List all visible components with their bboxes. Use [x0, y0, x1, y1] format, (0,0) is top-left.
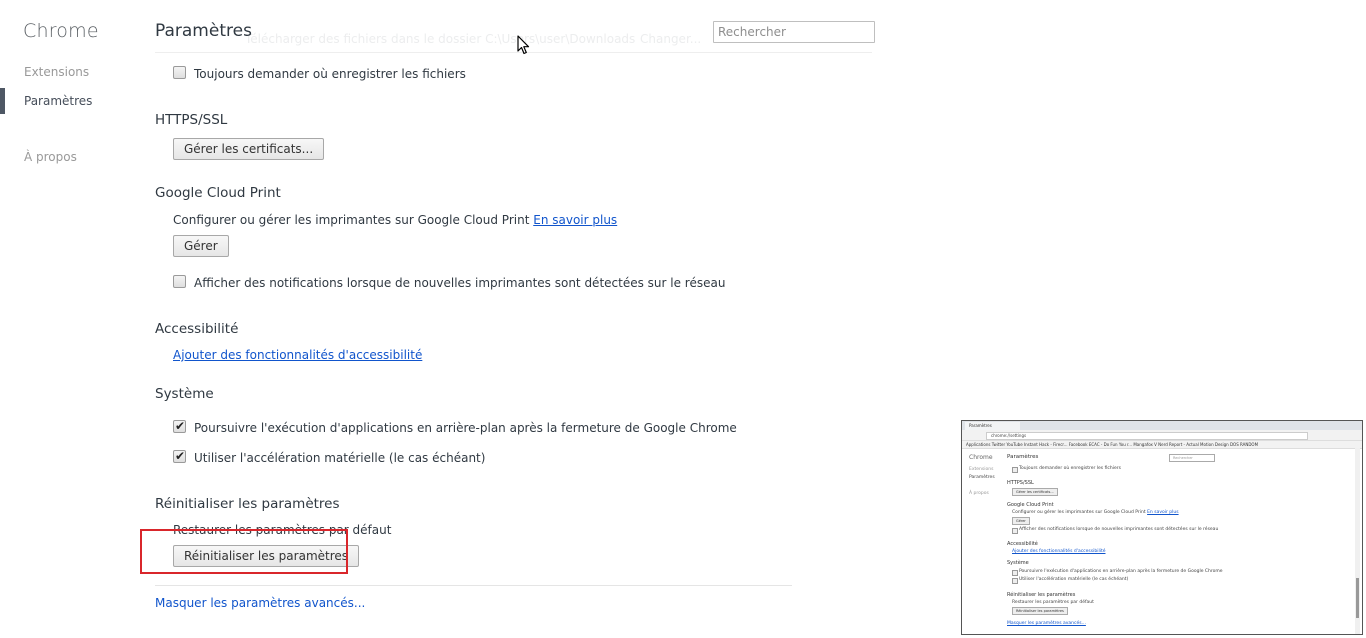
thumb-scrollbar-thumb: [1356, 578, 1359, 618]
hide-advanced-settings-link[interactable]: Masquer les paramètres avancés...: [155, 596, 365, 610]
thumb-checkbox: [1012, 528, 1018, 534]
search-input[interactable]: [713, 21, 875, 43]
thumb-search: Rechercher: [1169, 454, 1215, 462]
thumb-omnibox: chrome://settings: [986, 432, 1308, 440]
thumb-bg: Poursuivre l'exécution d'applications en…: [1019, 569, 1223, 574]
thumb-nav-settings: Paramètres: [969, 475, 995, 480]
ask-save-location-label: Toujours demander où enregistrer les fic…: [194, 67, 466, 81]
thumb-certs: Gérer les certificats...: [1012, 488, 1058, 496]
sidebar: Chrome Extensions Paramètres À propos: [0, 0, 140, 638]
thumb-a11y-link: Ajouter des fonctionnalités d'accessibil…: [1012, 549, 1106, 554]
thumb-hide: Masquer les paramètres avancés...: [1007, 621, 1086, 626]
thumb-reset-desc: Restaurer les paramètres par défaut: [1012, 600, 1094, 605]
page-title: Paramètres: [155, 21, 252, 41]
reset-highlight-box: [140, 529, 348, 574]
mouse-cursor-icon: [517, 35, 530, 55]
cloud-print-description-text: Configurer ou gérer les imprimantes sur …: [173, 213, 530, 227]
ask-save-location-checkbox[interactable]: [173, 66, 186, 79]
https-section-title: HTTPS/SSL: [155, 112, 228, 128]
add-accessibility-features-link[interactable]: Ajouter des fonctionnalités d'accessibil…: [173, 348, 422, 362]
sidebar-selected-marker: [0, 88, 5, 114]
window-thumbnail: Paramètres chrome://settings Application…: [961, 420, 1363, 635]
thumb-reset-btn: Réinitialiser les paramètres: [1012, 607, 1068, 615]
printer-notifications-label: Afficher des notifications lorsque de no…: [194, 276, 726, 290]
cloud-print-learn-more-link[interactable]: En savoir plus: [533, 213, 617, 227]
thumb-cloud-desc: Configurer ou gérer les imprimantes sur …: [1012, 510, 1179, 515]
thumb-checkbox: [1012, 467, 1018, 473]
hardware-acceleration-checkbox[interactable]: ✔: [173, 449, 186, 463]
thumb-brand: Chrome: [969, 454, 993, 461]
downloads-location-faded: Télécharger des fichiers dans le dossier…: [245, 32, 636, 46]
checkmark-icon: ✔: [175, 419, 186, 433]
background-apps-label: Poursuivre l'exécution d'applications en…: [194, 421, 737, 435]
header-divider: [155, 52, 872, 53]
sidebar-brand: Chrome: [23, 20, 99, 42]
thumb-title: Paramètres: [1007, 454, 1039, 460]
change-button-faded: Changer...: [640, 32, 702, 46]
hardware-acceleration-label: Utiliser l'accélération matérielle (le c…: [194, 451, 486, 465]
cloud-print-description: Configurer ou gérer les imprimantes sur …: [173, 213, 617, 227]
thumb-system: Système: [1007, 560, 1029, 566]
sidebar-item-about[interactable]: À propos: [24, 150, 77, 164]
manage-certificates-button[interactable]: Gérer les certificats...: [173, 138, 325, 160]
thumb-learn-more: En savoir plus: [1147, 510, 1179, 515]
footer-divider: [155, 585, 792, 586]
background-apps-checkbox[interactable]: ✔: [173, 419, 186, 433]
sidebar-item-settings[interactable]: Paramètres: [24, 94, 92, 108]
thumb-nav-about: À propos: [969, 491, 989, 496]
thumb-ask: Toujours demander où enregistrer les fic…: [1019, 466, 1121, 471]
thumb-checkbox: [1012, 578, 1018, 584]
thumb-tab: Paramètres: [965, 422, 1020, 430]
accessibility-section-title: Accessibilité: [155, 321, 239, 337]
thumb-bookmarks-bar: Applications Twitter YouTube Instant Hac…: [962, 441, 1362, 449]
thumb-nav-extensions: Extensions: [969, 467, 994, 472]
thumb-cloud: Google Cloud Print: [1007, 502, 1054, 508]
system-section-title: Système: [155, 386, 214, 402]
thumb-cloud-desc-text: Configurer ou gérer les imprimantes sur …: [1012, 510, 1146, 515]
thumb-tab-bar: Paramètres: [962, 421, 1362, 430]
thumb-a11y: Accessibilité: [1007, 541, 1038, 547]
reset-section-title: Réinitialiser les paramètres: [155, 496, 340, 512]
sidebar-item-extensions[interactable]: Extensions: [24, 65, 89, 79]
cloud-print-section-title: Google Cloud Print: [155, 185, 281, 201]
thumb-reset: Réinitialiser les paramètres: [1007, 592, 1076, 598]
thumb-manage: Gérer: [1012, 517, 1030, 525]
thumb-address: chrome://settings: [991, 433, 1027, 438]
cloud-print-manage-button[interactable]: Gérer: [173, 235, 229, 257]
printer-notifications-checkbox[interactable]: [173, 275, 186, 288]
scrollbar-thumb[interactable]: [1355, 4, 1360, 404]
checkmark-icon: ✔: [175, 449, 186, 463]
thumb-checkbox: [1012, 570, 1018, 576]
thumb-hw: Utiliser l'accélération matérielle (le c…: [1019, 577, 1129, 582]
thumb-notify: Afficher des notifications lorsque de no…: [1019, 527, 1219, 532]
thumb-https: HTTPS/SSL: [1007, 480, 1034, 486]
thumb-scrollbar: [1355, 448, 1360, 634]
